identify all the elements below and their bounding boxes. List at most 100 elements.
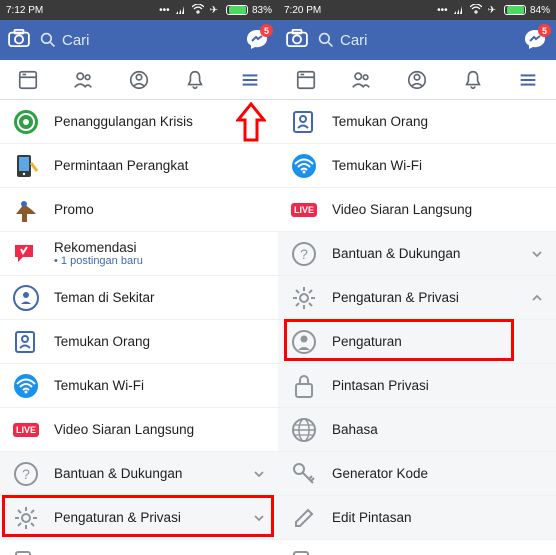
search-placeholder: Cari [62,32,90,49]
tab-feed[interactable] [0,60,56,99]
tab-notifications[interactable] [445,60,501,99]
messenger-badge: 5 [538,24,551,37]
logout-icon [290,548,318,555]
live-icon: LIVE [290,196,318,224]
status-bar: 7:12 PM ••• ✈ 83% [0,0,278,20]
menu-item-pengaturan[interactable]: Pengaturan [278,320,556,364]
menu-subtitle: • 1 postingan baru [54,255,266,267]
key-icon [290,460,318,488]
menu-section-pengaturan-privasi[interactable]: Pengaturan & Privasi [278,276,556,320]
menu-item-teman-sekitar[interactable]: Teman di Sekitar [0,276,278,320]
camera-icon[interactable] [286,29,308,52]
menu-label: Generator Kode [332,466,544,481]
search-placeholder: Cari [340,32,368,49]
device-icon [12,152,40,180]
help-icon: ? [12,460,40,488]
menu-item-keluar[interactable]: Keluar [278,540,556,555]
tab-notifications[interactable] [167,60,223,99]
menu-item-pintasan-privasi[interactable]: Pintasan Privasi [278,364,556,408]
lock-icon [290,372,318,400]
status-dots-icon: ••• [437,5,448,16]
menu-list[interactable]: Penanggulangan Krisis Permintaan Perangk… [0,100,278,555]
nearby-friends-icon [12,284,40,312]
menu-item-video-live[interactable]: LIVE Video Siaran Langsung [0,408,278,452]
profile-settings-icon [290,328,318,356]
screen-right: 7:20 PM ••• ✈ 84% Cari 5 [278,0,556,555]
menu-label: Video Siaran Langsung [54,422,266,437]
menu-item-krisis[interactable]: Penanggulangan Krisis [0,100,278,144]
screen-left: 7:12 PM ••• ✈ 83% [0,0,278,555]
menu-label: Bantuan & Dukungan [332,246,516,261]
messenger-icon[interactable]: 5 [244,27,270,53]
status-bar: 7:20 PM ••• ✈ 84% [278,0,556,20]
airplane-icon: ✈ [210,5,218,16]
chevron-up-icon [530,291,544,305]
find-people-icon [290,108,318,136]
menu-item-keluar[interactable]: Keluar [0,540,278,555]
promo-icon [12,196,40,224]
svg-text:?: ? [300,246,308,262]
gear-icon [290,284,318,312]
menu-item-generator-kode[interactable]: Generator Kode [278,452,556,496]
gear-icon [12,504,40,532]
menu-label: Temukan Wi-Fi [54,378,266,393]
tab-feed[interactable] [278,60,334,99]
search-input[interactable]: Cari [318,32,512,49]
menu-item-rekomendasi[interactable]: Rekomendasi • 1 postingan baru [0,232,278,276]
signal-icon [176,4,186,17]
status-time: 7:20 PM [284,5,321,16]
menu-label: Pintasan Privasi [332,378,544,393]
live-icon: LIVE [12,416,40,444]
menu-label: Penanggulangan Krisis [54,114,266,129]
edit-icon [290,504,318,532]
menu-item-promo[interactable]: Promo [0,188,278,232]
search-icon [40,32,56,48]
recommendation-icon [12,240,40,268]
search-input[interactable]: Cari [40,32,234,49]
menu-section-bantuan[interactable]: ? Bantuan & Dukungan [278,232,556,276]
menu-item-temukan-wifi[interactable]: Temukan Wi-Fi [278,144,556,188]
menu-list[interactable]: Temukan Orang Temukan Wi-Fi LIVE Video S… [278,100,556,555]
menu-item-edit-pintasan[interactable]: Edit Pintasan [278,496,556,540]
menu-item-video-live[interactable]: LIVE Video Siaran Langsung [278,188,556,232]
app-header: Cari 5 [0,20,278,60]
wifi-icon [470,4,482,17]
menu-label: Temukan Orang [54,334,266,349]
wifi-icon [192,4,204,17]
menu-label: Video Siaran Langsung [332,202,544,217]
menu-label: Bahasa [332,422,544,437]
menu-item-bahasa[interactable]: Bahasa [278,408,556,452]
menu-item-perangkat[interactable]: Permintaan Perangkat [0,144,278,188]
menu-item-temukan-orang[interactable]: Temukan Orang [0,320,278,364]
menu-section-pengaturan-privasi[interactable]: Pengaturan & Privasi [0,496,278,540]
find-wifi-icon [12,372,40,400]
menu-label: Edit Pintasan [332,510,544,525]
tab-bar [0,60,278,100]
menu-label: Permintaan Perangkat [54,158,266,173]
menu-section-bantuan[interactable]: ? Bantuan & Dukungan [0,452,278,496]
battery-icon: 84% [502,5,550,16]
tab-menu[interactable] [222,60,278,99]
chevron-down-icon [530,247,544,261]
menu-label: Pengaturan & Privasi [54,510,238,525]
status-dots-icon: ••• [159,5,170,16]
status-time: 7:12 PM [6,5,43,16]
svg-text:?: ? [22,466,30,482]
globe-icon [290,416,318,444]
tab-profile[interactable] [389,60,445,99]
menu-label: Teman di Sekitar [54,290,266,305]
menu-label: Promo [54,202,266,217]
chevron-down-icon [252,511,266,525]
menu-item-temukan-wifi[interactable]: Temukan Wi-Fi [0,364,278,408]
search-icon [318,32,334,48]
tab-bar [278,60,556,100]
menu-label: Temukan Wi-Fi [332,158,544,173]
messenger-icon[interactable]: 5 [522,27,548,53]
tab-menu[interactable] [500,60,556,99]
menu-item-temukan-orang[interactable]: Temukan Orang [278,100,556,144]
camera-icon[interactable] [8,29,30,52]
tab-friends[interactable] [334,60,390,99]
tab-profile[interactable] [111,60,167,99]
tab-friends[interactable] [56,60,112,99]
chevron-down-icon [252,467,266,481]
